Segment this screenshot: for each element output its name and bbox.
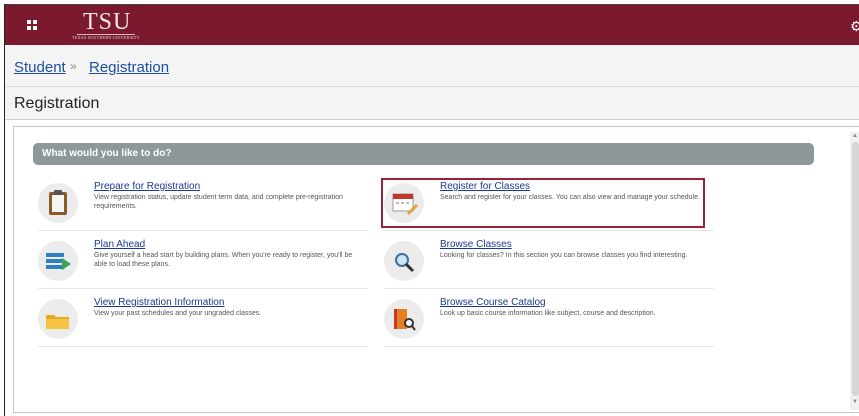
browse-course-catalog-description: Look up basic course information like su… [440,310,656,317]
folder-icon [38,299,78,339]
tsu-logo[interactable]: TSU TEXAS SOUTHERN UNIVERSITY [55,9,157,41]
browse-classes-description: Looking for classes? In this section you… [440,252,688,259]
prepare-for-registration-description: View registration status, update student… [94,194,343,210]
gear-icon[interactable]: ⚙ [850,18,859,35]
highlight-box [381,178,705,228]
top-bar: TSU TEXAS SOUTHERN UNIVERSITY ⚙ [5,5,859,45]
action-prepare-for-registration: Prepare for Registration View registrati… [38,179,368,231]
scroll-up-icon[interactable]: ▲ [852,133,858,139]
title-bar: Registration [5,87,859,120]
logo-text: TSU [83,9,132,35]
logo-subtext: TEXAS SOUTHERN UNIVERSITY [72,35,140,40]
action-browse-classes: Browse Classes Looking for classes? In t… [384,237,714,289]
prepare-for-registration-link[interactable]: Prepare for Registration [94,181,200,192]
vertical-scrollbar[interactable]: ▲ ▼ [850,132,859,410]
action-browse-course-catalog: Browse Course Catalog Look up basic cour… [384,295,714,347]
scroll-down-icon[interactable]: ▼ [852,399,858,405]
magnifier-icon [384,241,424,281]
section-header: What would you like to do? [33,143,814,165]
main-panel: What would you like to do? Prepare for R… [13,126,859,413]
breadcrumb-registration[interactable]: Registration [89,59,169,76]
scrollbar-thumb[interactable] [852,142,859,396]
page-title: Registration [14,95,100,112]
breadcrumb-separator: » [70,59,77,73]
clipboard-icon [38,183,78,223]
browse-classes-link[interactable]: Browse Classes [440,239,512,250]
view-registration-information-description: View your past schedules and your ungrad… [94,310,262,317]
browse-course-catalog-link[interactable]: Browse Course Catalog [440,297,546,308]
plan-list-icon [38,241,78,281]
plan-ahead-description: Give yourself a head start by building p… [94,252,353,268]
section-title: What would you like to do? [42,148,172,159]
grid-icon[interactable] [27,20,37,30]
view-registration-information-link[interactable]: View Registration Information [94,297,224,308]
app-window: TSU TEXAS SOUTHERN UNIVERSITY ⚙ Student … [4,4,859,416]
action-view-registration-information: View Registration Information View your … [38,295,368,347]
breadcrumb-student[interactable]: Student [14,59,66,76]
breadcrumb: Student » Registration [5,45,859,87]
book-search-icon [384,299,424,339]
plan-ahead-link[interactable]: Plan Ahead [94,239,145,250]
action-plan-ahead: Plan Ahead Give yourself a head start by… [38,237,368,289]
